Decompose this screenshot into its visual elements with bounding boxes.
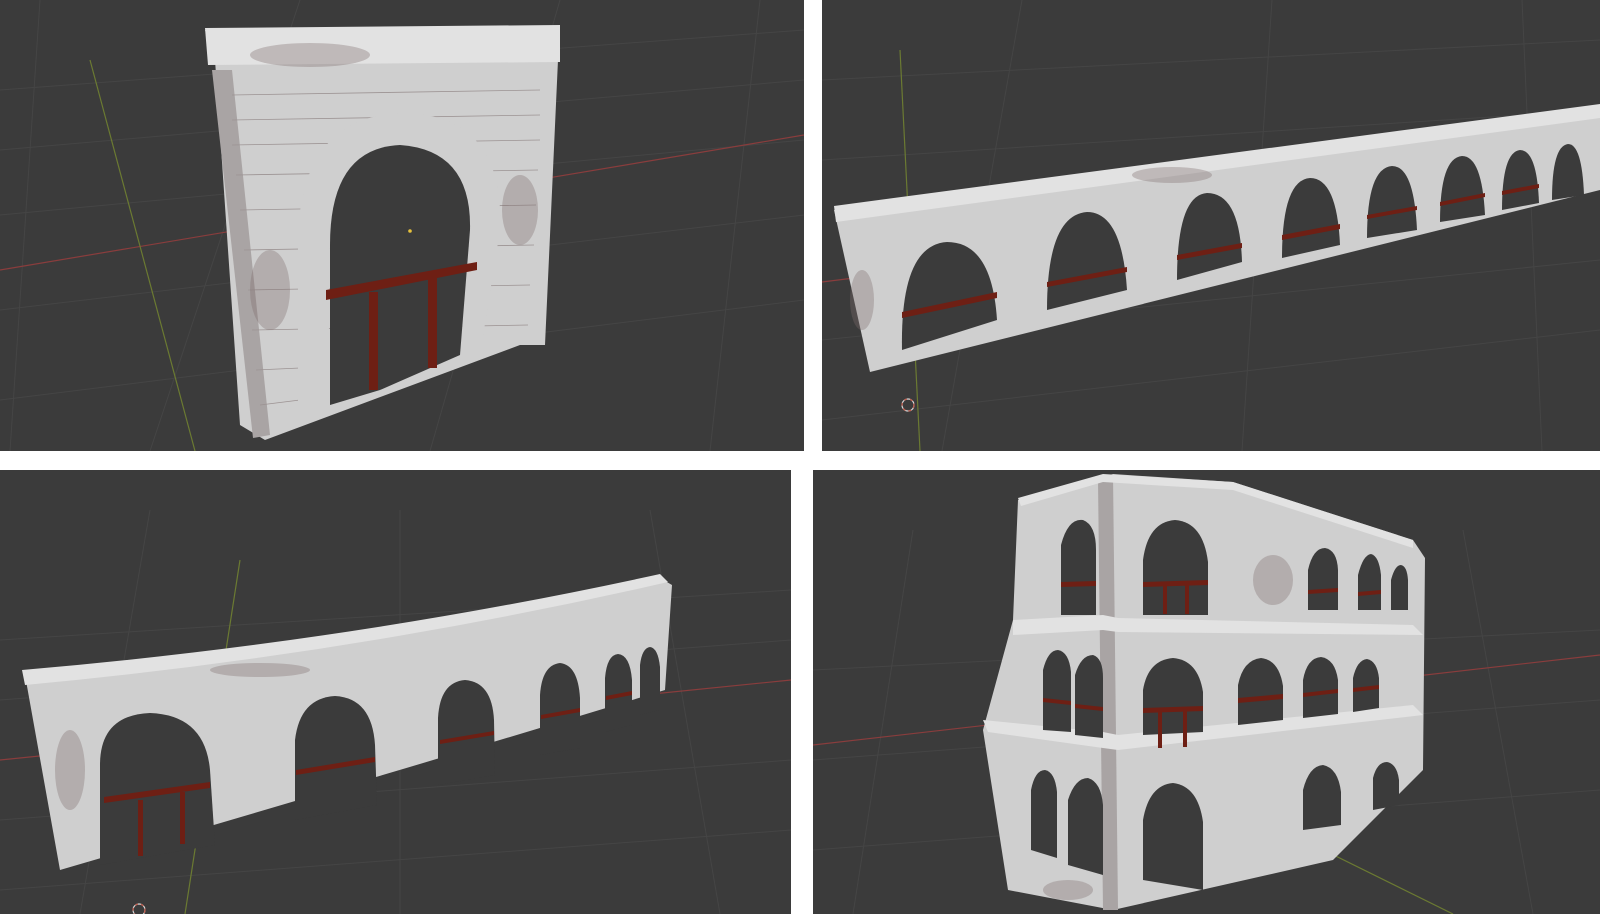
colosseum-model[interactable] [983,474,1425,910]
arcade-wall-model[interactable] [834,104,1600,372]
object-origin-icon [408,229,412,233]
viewport-straight-arcade-scene [822,0,1600,451]
viewport-curved-arcade-scene [0,509,791,914]
viewport-straight-arcade[interactable] [822,0,1600,451]
y-axis-line [89,59,196,451]
viewport-single-arch-scene [0,0,804,451]
viewport-three-tier-colosseum[interactable] [813,470,1600,914]
arch-wall-model[interactable] [205,25,560,440]
render-collage [0,0,1600,914]
viewport-curved-arcade[interactable] [0,470,791,914]
3d-cursor-icon[interactable] [901,398,915,412]
viewport-single-arch[interactable] [0,0,804,451]
3d-cursor-icon[interactable] [132,903,146,914]
viewport-three-tier-colosseum-scene [813,474,1600,914]
